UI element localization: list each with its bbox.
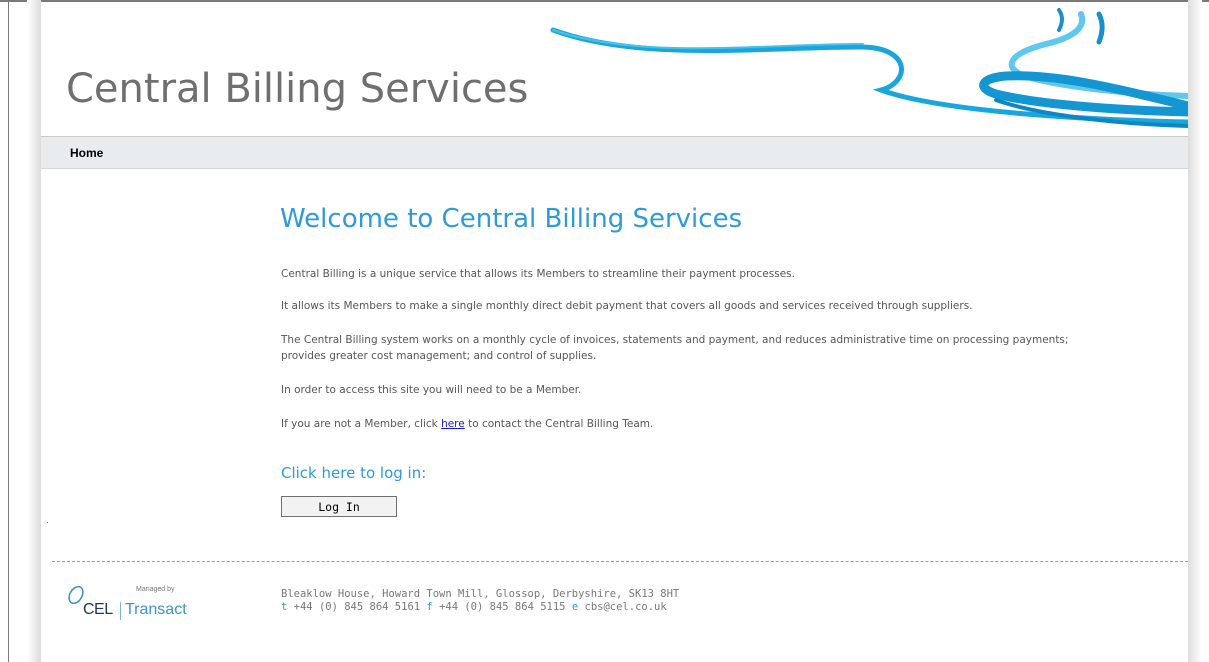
page-shadow-right (1188, 0, 1202, 662)
stray-dot (47, 522, 48, 523)
nav-bar: Home (41, 136, 1188, 169)
member-access-paragraph: In order to access this site you will ne… (281, 384, 582, 396)
contact-text-before: If you are not a Member, click (281, 418, 442, 430)
logo-transact-text: Transact (125, 601, 187, 618)
contact-text-after: to contact the Central Billing Team. (464, 418, 654, 430)
logo-managed-by-text: Managed by (136, 586, 175, 593)
page-shadow-left (27, 0, 41, 662)
intro-paragraph: Central Billing is a unique service that… (281, 268, 795, 280)
footer-address: Bleaklow House, Howard Town Mill, Glosso… (281, 588, 680, 600)
phone-label: t (281, 601, 288, 613)
direct-debit-paragraph: It allows its Members to make a single m… (281, 300, 973, 312)
browser-viewport: Central Billing Services Home Welcome to… (0, 0, 1209, 662)
welcome-heading: Welcome to Central Billing Services (280, 204, 743, 234)
logo-cel-text: CEL (83, 601, 113, 618)
fax-number: +44 (0) 845 864 5115 (439, 601, 566, 613)
contact-here-link[interactable]: here (441, 418, 465, 430)
phone-number: +44 (0) 845 864 5161 (293, 601, 421, 613)
site-title: Central Billing Services (66, 66, 529, 112)
email-address: cbs@cel.co.uk (584, 601, 667, 613)
page-container: Central Billing Services Home Welcome to… (41, 2, 1188, 662)
cel-transact-logo: Managed by CEL Transact (66, 584, 206, 624)
footer-contact: Bleaklow House, Howard Town Mill, Glosso… (281, 588, 679, 614)
logo-separator (120, 602, 121, 620)
frame-left-border (8, 0, 9, 662)
login-heading: Click here to log in: (281, 464, 427, 482)
footer-divider (52, 561, 1188, 562)
site-header: Central Billing Services (41, 2, 1188, 136)
billing-cycle-paragraph: The Central Billing system works on a mo… (281, 334, 1069, 362)
nav-home-link[interactable]: Home (70, 146, 103, 160)
fax-label: f (426, 601, 433, 613)
footer-contact-line: t +44 (0) 845 864 5161 f +44 (0) 845 864… (281, 601, 679, 614)
email-label: e (571, 601, 579, 613)
login-button[interactable]: Log In (281, 496, 397, 517)
contact-paragraph: If you are not a Member, click here to c… (281, 416, 1081, 432)
